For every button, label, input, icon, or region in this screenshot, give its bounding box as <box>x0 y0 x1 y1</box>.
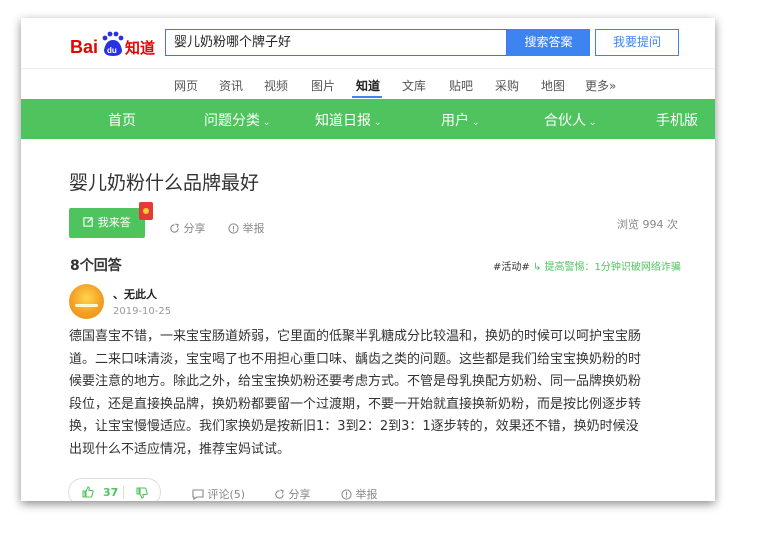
chevron-down-icon: ⌄ <box>586 118 597 128</box>
svg-text:知道: 知道 <box>125 39 155 57</box>
main-nav-mobile[interactable]: 手机版 <box>656 110 698 130</box>
answer-share-link[interactable]: 分享 <box>274 486 311 501</box>
red-packet-icon <box>139 202 153 220</box>
report-link[interactable]: 举报 <box>228 220 265 236</box>
search-answer-button[interactable]: 搜索答案 <box>507 29 590 56</box>
report-icon <box>341 489 352 500</box>
report-icon <box>228 223 239 234</box>
answer-line: 德国喜宝不错，一来宝宝肠道娇弱，它里面的低聚半乳糖成分比较温和，换奶的时候可以呵… <box>69 329 642 344</box>
product-nav-item[interactable]: 资讯 <box>219 77 243 94</box>
activity-text: 提高警惕：1分钟识破网络诈骗 <box>544 262 681 273</box>
product-nav-item-more[interactable]: 更多» <box>585 77 616 94</box>
avatar[interactable] <box>69 284 104 319</box>
main-nav-label: 问题分类 <box>204 113 260 129</box>
active-underline <box>352 96 382 98</box>
thumbs-up-icon[interactable] <box>82 486 94 498</box>
svg-text:Bai: Bai <box>70 37 98 57</box>
answer-count: 8个回答 <box>70 258 122 274</box>
comment-label: 评论(5) <box>207 488 246 501</box>
answer-button-label: 我来答 <box>97 216 131 229</box>
report-label: 举报 <box>242 222 265 235</box>
answer-username[interactable]: 、无此人 <box>113 286 157 302</box>
chevron-down-icon: ⌄ <box>260 118 271 128</box>
ask-question-button[interactable]: 我要提问 <box>595 29 679 56</box>
activity-text: ↳ <box>529 262 545 273</box>
chevron-down-icon: ⌄ <box>469 118 480 128</box>
main-nav-label: 用户 <box>441 113 469 129</box>
baidu-zhidao-logo[interactable]: Bai du 知道 <box>70 28 160 62</box>
question-title: 婴儿奶粉什么品牌最好 <box>69 172 260 194</box>
activity-banner[interactable]: #活动# ↳ 提高警惕：1分钟识破网络诈骗 <box>493 258 681 273</box>
share-link[interactable]: 分享 <box>169 220 206 236</box>
browser-frame: Bai du 知道 婴儿奶粉哪个牌子好 搜索答案 我要提问 网页 资讯 视频 图… <box>21 18 715 501</box>
product-nav-item[interactable]: 地图 <box>541 77 565 94</box>
answer-report-link[interactable]: 举报 <box>341 486 378 501</box>
product-nav-item[interactable]: 贴吧 <box>449 77 473 94</box>
vote-box: 37 <box>68 478 161 501</box>
main-nav: 首页 问题分类 ⌄ 知道日报 ⌄ 用户 ⌄ 合伙人 ⌄ 手机版 <box>21 99 715 139</box>
main-nav-label: 合伙人 <box>544 113 586 129</box>
view-count: 浏览 994 次 <box>617 218 678 231</box>
activity-tag: #活动# <box>493 262 530 273</box>
like-count: 37 <box>103 486 119 499</box>
comment-link[interactable]: 评论(5) <box>192 486 245 501</box>
answer-line: 道。二来口味清淡，宝宝喝了也不用担心重口味、龋齿之类的问题。这些都是我们给宝宝换… <box>69 351 642 367</box>
answer-button[interactable]: 我来答 <box>69 208 145 238</box>
answer-line: 换，让宝宝慢慢适应。我们家换奶是按新旧1：3到2：2到3：1逐步转的，效果还不错… <box>69 419 639 434</box>
main-nav-label: 知道日报 <box>315 113 371 129</box>
main-nav-daily[interactable]: 知道日报 ⌄ <box>315 110 381 130</box>
search-input[interactable]: 婴儿奶粉哪个牌子好 <box>165 29 507 56</box>
product-nav-item[interactable]: 图片 <box>311 77 335 94</box>
answer-line: 候要注意的地方。除此之外，给宝宝换奶粉还要考虑方式。不管是母乳换配方奶粉、同一品… <box>69 374 642 389</box>
answer-body: 德国喜宝不错，一来宝宝肠道娇弱，它里面的低聚半乳糖成分比较温和，换奶的时候可以呵… <box>69 326 679 461</box>
product-nav-item-active[interactable]: 知道 <box>356 77 380 94</box>
answer-line: 段位，还是直接换品牌，换奶粉都要留一个过渡期，不要一开始就直接换新奶粉，而是按比… <box>69 396 642 412</box>
answer-line: 出现什么不适应情况，推荐宝妈试试。 <box>69 441 291 457</box>
divider <box>123 486 124 499</box>
product-nav-item[interactable]: 文库 <box>402 77 426 94</box>
share-icon <box>275 489 284 499</box>
product-nav-item[interactable]: 视频 <box>264 77 288 94</box>
main-nav-home[interactable]: 首页 <box>108 110 136 130</box>
product-nav-item[interactable]: 网页 <box>174 77 198 94</box>
comment-icon <box>192 489 204 501</box>
thumbs-down-icon[interactable] <box>136 487 148 499</box>
chevron-down-icon: ⌄ <box>371 118 382 128</box>
edit-icon <box>83 217 93 227</box>
main-nav-partners[interactable]: 合伙人 ⌄ <box>544 110 596 130</box>
svg-text:du: du <box>107 46 117 55</box>
product-nav-item[interactable]: 采购 <box>495 77 519 94</box>
share-label: 分享 <box>183 222 206 235</box>
report-label: 举报 <box>355 488 378 501</box>
main-nav-users[interactable]: 用户 ⌄ <box>441 110 479 130</box>
answer-date: 2019-10-25 <box>113 306 172 317</box>
product-nav: 网页 资讯 视频 图片 知道 文库 贴吧 采购 地图 更多» <box>21 68 715 100</box>
share-icon <box>170 223 179 233</box>
main-nav-categories[interactable]: 问题分类 ⌄ <box>204 110 270 130</box>
share-label: 分享 <box>288 488 311 501</box>
